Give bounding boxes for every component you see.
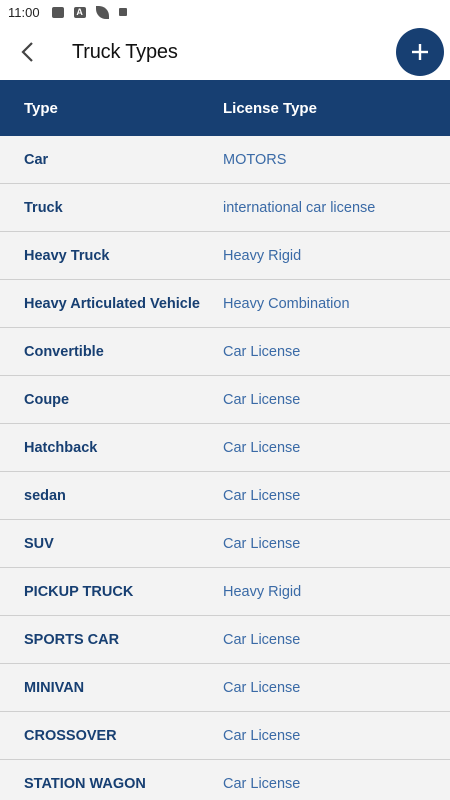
row-license-type: Heavy Rigid xyxy=(223,247,302,264)
row-license-type: Car License xyxy=(223,487,301,504)
row-type: Heavy Truck xyxy=(24,247,110,264)
row-type: SUV xyxy=(24,535,54,552)
table-row[interactable]: Truck international car license xyxy=(0,184,450,232)
app-bar: Truck Types xyxy=(0,24,450,80)
table-row[interactable]: CROSSOVER Car License xyxy=(0,712,450,760)
row-license-type: Car License xyxy=(223,679,301,696)
row-license-type: Car License xyxy=(223,775,301,792)
table-row[interactable]: Car MOTORS xyxy=(0,136,450,184)
row-type: sedan xyxy=(24,487,66,504)
row-license-type: international car license xyxy=(223,199,376,216)
plus-icon xyxy=(412,44,428,60)
row-license-type: Car License xyxy=(223,343,301,360)
row-license-type: Car License xyxy=(223,439,301,456)
row-license-type: MOTORS xyxy=(223,151,287,168)
table-row[interactable]: SPORTS CAR Car License xyxy=(0,616,450,664)
row-license-type: Heavy Combination xyxy=(223,295,350,312)
row-license-type: Car License xyxy=(223,727,301,744)
square-icon xyxy=(118,8,127,16)
row-type: Heavy Articulated Vehicle xyxy=(24,295,200,312)
row-type: Car xyxy=(24,151,49,168)
a-icon: A xyxy=(73,6,86,18)
table-row[interactable]: Heavy Articulated Vehicle Heavy Combinati… xyxy=(0,280,450,328)
table-row[interactable]: Convertible Car License xyxy=(0,328,450,376)
table-row[interactable]: SUV Car License xyxy=(0,520,450,568)
table-row[interactable]: Hatchback Car License xyxy=(0,424,450,472)
row-license-type: Car License xyxy=(223,391,301,408)
table-row[interactable]: Heavy Truck Heavy Rigid xyxy=(0,232,450,280)
row-type: Convertible xyxy=(24,343,104,360)
table-row[interactable]: Coupe Car License xyxy=(0,376,450,424)
row-type: Truck xyxy=(24,199,63,216)
row-type: Coupe xyxy=(24,391,70,408)
image-icon xyxy=(51,6,64,18)
row-type: Hatchback xyxy=(24,439,98,456)
back-button[interactable] xyxy=(0,24,56,80)
row-license-type: Car License xyxy=(223,631,301,648)
column-header-type: Type xyxy=(24,99,58,117)
table-header: Type License Type xyxy=(0,80,450,136)
table-row[interactable]: MINIVAN Car License xyxy=(0,664,450,712)
page-title: Truck Types xyxy=(72,40,178,63)
row-type: STATION WAGON xyxy=(24,775,146,792)
row-type: PICKUP TRUCK xyxy=(24,583,134,600)
table-row[interactable]: sedan Car License xyxy=(0,472,450,520)
chevron-left-icon xyxy=(21,42,33,62)
table-body: Car MOTORS Truck international car license H… xyxy=(0,136,450,800)
row-type: MINIVAN xyxy=(24,679,85,696)
column-header-license-type: License Type xyxy=(223,99,317,117)
table-row[interactable]: PICKUP TRUCK Heavy Rigid xyxy=(0,568,450,616)
row-type: SPORTS CAR xyxy=(24,631,120,648)
row-type: CROSSOVER xyxy=(24,727,117,744)
status-bar: 11:00 A xyxy=(0,0,450,24)
status-time: 11:00 xyxy=(8,4,40,20)
row-license-type: Heavy Rigid xyxy=(223,583,302,600)
row-license-type: Car License xyxy=(223,535,301,552)
leaf-icon xyxy=(95,5,109,19)
table-row[interactable]: STATION WAGON Car License xyxy=(0,760,450,800)
add-button[interactable] xyxy=(396,28,444,76)
